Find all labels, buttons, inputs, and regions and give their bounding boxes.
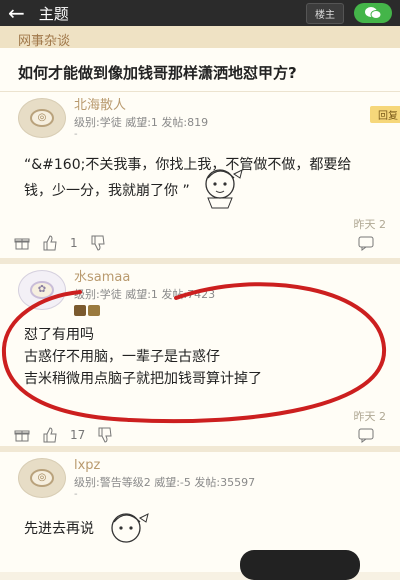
post-line: 怼了有用吗 (24, 327, 94, 343)
like-count: 17 (70, 428, 86, 442)
post-content: 先进去再说 (0, 502, 400, 542)
forum-section-name[interactable]: 网事杂谈 (0, 26, 400, 49)
anime-doodle-icon (205, 169, 243, 209)
anime-avatar-icon: ✿ (30, 281, 54, 299)
username[interactable]: 北海散人 (74, 98, 382, 114)
thread-title: 如何才能做到像加钱哥那样潇洒地怼甲方? (0, 48, 400, 92)
post-time: 昨天 2 (353, 218, 387, 231)
post-item: ✿ 水samaa 级别:学徒 威望:1 发帖:7423 怼了有用吗 古惑仔不用脑… (0, 264, 400, 452)
post-actions: 1 (0, 232, 400, 254)
post-line: 古惑仔不用脑，一辈子是古惑仔 (24, 349, 220, 365)
gift-icon[interactable] (14, 235, 30, 251)
username[interactable]: 水samaa (74, 270, 382, 286)
like-icon[interactable] (42, 235, 58, 251)
username[interactable]: lxpz (74, 458, 382, 474)
seal-icon: ◎ (30, 109, 54, 127)
dislike-icon[interactable] (90, 235, 106, 251)
like-count: 1 (70, 236, 78, 250)
top-navigation-bar: ← 主题 楼主 (0, 0, 400, 26)
seal-icon: ◎ (30, 469, 54, 487)
avatar[interactable]: ✿ (18, 270, 66, 310)
user-level: 级别:学徒 威望:1 发帖:819 (74, 116, 209, 129)
gift-icon[interactable] (14, 427, 30, 443)
post-item: ◎ 北海散人 级别:学徒 威望:1 发帖:819 - 回复 “&#160;不关我… (0, 92, 400, 264)
dislike-icon[interactable] (97, 427, 113, 443)
wechat-icon[interactable] (354, 3, 392, 23)
user-level: 级别:学徒 威望:1 发帖:7423 (74, 288, 216, 301)
user-signature: - (74, 489, 78, 500)
post-actions: 17 (0, 424, 400, 446)
floating-toolbar[interactable] (240, 550, 360, 580)
avatar[interactable]: ◎ (18, 98, 66, 138)
only-op-button[interactable]: 楼主 (306, 2, 344, 24)
comment-icon[interactable] (358, 235, 374, 251)
avatar[interactable]: ◎ (18, 458, 66, 498)
reply-button[interactable]: 回复 (370, 106, 400, 123)
user-signature: - (74, 129, 78, 140)
comment-icon[interactable] (358, 427, 374, 443)
post-line: 吉米稍微用点脑子就把加钱哥算计掉了 (24, 371, 262, 387)
post-line: 先进去再说 (24, 521, 94, 537)
like-icon[interactable] (42, 427, 58, 443)
back-arrow-icon[interactable]: ← (8, 0, 25, 26)
medal-icon (88, 305, 100, 316)
page-title: 主题 (38, 4, 69, 23)
post-time: 昨天 2 (353, 410, 387, 423)
post-item: ◎ lxpz 级别:警告等级2 威望:-5 发帖:35597 - 先进去再说 (0, 452, 400, 580)
medal-icon (74, 305, 86, 316)
user-level: 级别:警告等级2 威望:-5 发帖:35597 (74, 476, 256, 489)
user-badges (74, 305, 382, 316)
anime-doodle-icon (111, 513, 149, 543)
post-content: 怼了有用吗 古惑仔不用脑，一辈子是古惑仔 吉米稍微用点脑子就把加钱哥算计掉了 (0, 314, 400, 390)
